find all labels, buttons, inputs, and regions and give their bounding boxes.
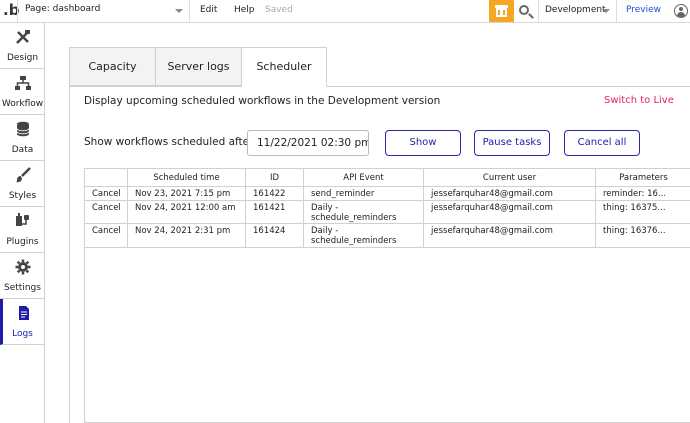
sidebar-item-label: Settings xyxy=(4,283,41,293)
search-icon[interactable] xyxy=(517,3,535,21)
workflow-icon xyxy=(15,76,31,90)
settings-icon xyxy=(15,259,31,275)
scheduled-after-date-input[interactable] xyxy=(247,130,369,156)
sidebar: Design Workflow Data Styles Plugins Sett… xyxy=(0,23,45,423)
tab-scheduler[interactable]: Scheduler xyxy=(241,47,327,87)
top-bar: .b Page: dashboard Edit Help Saved Devel… xyxy=(0,0,690,23)
page-selector[interactable]: Page: dashboard xyxy=(17,0,190,22)
table-row: Cancel Nov 24, 2021 2:31 pm 161424 Daily… xyxy=(85,224,690,248)
sidebar-item-logs[interactable]: Logs xyxy=(0,299,45,345)
tab-capacity[interactable]: Capacity xyxy=(69,47,156,86)
current-user-cell: jessefarquhar48@gmail.com xyxy=(424,187,596,200)
pause-tasks-button[interactable]: Pause tasks xyxy=(474,130,550,156)
account-icon[interactable] xyxy=(674,4,688,18)
column-header: Current user xyxy=(424,169,596,187)
switch-to-live-link[interactable]: Switch to Live xyxy=(604,95,674,106)
sidebar-item-label: Data xyxy=(11,145,34,155)
preview-link[interactable]: Preview xyxy=(626,5,661,15)
show-button[interactable]: Show xyxy=(385,130,461,156)
scheduled-time-cell: Nov 24, 2021 12:00 am xyxy=(128,201,246,223)
data-icon xyxy=(16,121,30,137)
page-selector-label: Page: dashboard xyxy=(25,4,101,14)
gift-icon[interactable] xyxy=(489,0,514,22)
current-user-cell: jessefarquhar48@gmail.com xyxy=(424,224,596,247)
environment-label: Development xyxy=(545,5,606,15)
edit-menu[interactable]: Edit xyxy=(200,5,217,15)
cancel-link[interactable]: Cancel xyxy=(85,201,128,223)
scheduled-time-cell: Nov 23, 2021 7:15 pm xyxy=(128,187,246,200)
column-header: API Event xyxy=(304,169,424,187)
scheduled-workflows-table: Scheduled time ID API Event Current user… xyxy=(84,168,690,423)
scheduled-time-cell: Nov 24, 2021 2:31 pm xyxy=(128,224,246,247)
sidebar-item-label: Logs xyxy=(12,329,33,339)
design-icon xyxy=(16,30,30,44)
tab-server-logs[interactable]: Server logs xyxy=(155,47,242,86)
sidebar-item-label: Design xyxy=(6,53,39,63)
parameters-cell: thing: 16376... xyxy=(603,226,666,236)
styles-icon xyxy=(16,167,31,183)
chevron-down-icon xyxy=(602,9,610,13)
column-header: Parameters xyxy=(619,173,668,183)
save-status: Saved xyxy=(265,5,293,15)
table-header: Scheduled time ID API Event Current user… xyxy=(85,169,690,187)
sidebar-item-styles[interactable]: Styles xyxy=(0,161,45,207)
column-header xyxy=(85,169,128,187)
chevron-down-icon xyxy=(175,9,183,13)
cancel-link[interactable]: Cancel xyxy=(85,224,128,247)
id-cell: 161421 xyxy=(246,201,304,223)
sidebar-item-label: Workflow xyxy=(1,99,44,109)
sidebar-item-label: Plugins xyxy=(6,237,39,247)
show-after-label: Show workflows scheduled after xyxy=(84,136,254,148)
logs-icon xyxy=(19,306,29,320)
sidebar-item-label: Styles xyxy=(8,191,37,201)
parameters-cell: reminder: 16... xyxy=(603,189,667,199)
environment-selector[interactable]: Development xyxy=(538,0,617,22)
help-menu[interactable]: Help xyxy=(234,5,255,15)
column-header: ID xyxy=(246,169,304,187)
sidebar-item-plugins[interactable]: Plugins xyxy=(0,207,45,253)
plugins-icon xyxy=(16,213,29,226)
sidebar-item-settings[interactable]: Settings xyxy=(0,253,45,299)
id-cell: 161422 xyxy=(246,187,304,200)
api-event-cell: Daily - schedule_reminders xyxy=(304,201,424,223)
sidebar-item-design[interactable]: Design xyxy=(0,23,45,69)
parameters-cell: thing: 16375... xyxy=(603,203,666,213)
id-cell: 161424 xyxy=(246,224,304,247)
api-event-cell: send_reminder xyxy=(304,187,424,200)
sidebar-item-workflow[interactable]: Workflow xyxy=(0,69,45,115)
cancel-link[interactable]: Cancel xyxy=(85,187,128,200)
cancel-all-button[interactable]: Cancel all xyxy=(564,130,640,156)
sidebar-item-data[interactable]: Data xyxy=(0,115,45,161)
api-event-cell: Daily - schedule_reminders xyxy=(304,224,424,247)
table-row: Cancel Nov 24, 2021 12:00 am 161421 Dail… xyxy=(85,201,690,224)
scheduler-description: Display upcoming scheduled workflows in … xyxy=(84,95,441,107)
table-row: Cancel Nov 23, 2021 7:15 pm 161422 send_… xyxy=(85,187,690,201)
current-user-cell: jessefarquhar48@gmail.com xyxy=(424,201,596,223)
column-header: Scheduled time xyxy=(128,169,246,187)
